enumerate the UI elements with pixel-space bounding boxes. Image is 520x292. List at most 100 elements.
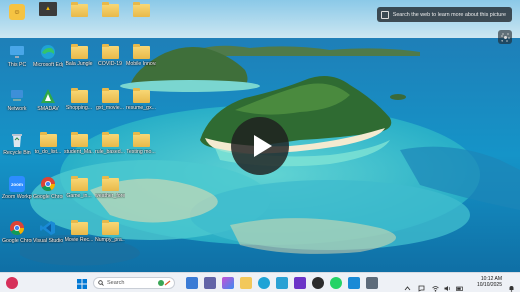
start-button[interactable] [76, 277, 88, 289]
desktop-icon-edge[interactable]: Microsoft Edge [33, 44, 63, 68]
desktop-icon-zoom[interactable]: zoom Zoom Workplace [2, 176, 32, 200]
folder-icon [101, 220, 119, 235]
desktop-icon-label: Testing mo... [126, 149, 156, 155]
edge-icon [39, 44, 57, 60]
teams-chat-icon[interactable] [204, 277, 216, 289]
play-icon [253, 135, 272, 157]
vscode-taskbar-icon[interactable] [348, 277, 360, 289]
visual-search-button[interactable] [498, 30, 512, 44]
folder-icon [132, 132, 150, 147]
taskbar: Search 10:12 AM 10/10/2025 [0, 272, 520, 292]
taskbar-search-box[interactable]: Search [93, 277, 175, 289]
desktop-icon-resume[interactable]: resume_gx... [126, 88, 156, 111]
desktop-icon-testing[interactable]: Testing mo... [126, 132, 156, 155]
store-icon[interactable] [276, 277, 288, 289]
folder-icon [101, 44, 119, 59]
desktop-icon-weather[interactable]: weather_forecast_app [95, 176, 125, 199]
desktop-icon-label: Google Chrome [2, 238, 32, 244]
task-view-icon[interactable] [186, 277, 198, 289]
volume-icon[interactable] [444, 279, 451, 291]
desktop-icon-app[interactable]: ☺ [2, 4, 32, 20]
desktop-icon-label: resume_gx... [126, 105, 156, 111]
video-play-button[interactable] [231, 117, 289, 175]
tray-notification-icon[interactable] [418, 279, 425, 292]
folder-icon [70, 132, 88, 147]
desktop-icon-label: Recycle Bin [3, 150, 31, 156]
desktop-icon-label: weather_forecast_app [95, 193, 125, 199]
desktop-icon-folder-1-5[interactable] [126, 2, 156, 17]
yahoo-icon[interactable] [294, 277, 306, 289]
folder-icon [101, 88, 119, 103]
folder-icon [132, 88, 150, 103]
desktop-icon-chrome-2[interactable]: Google Chrome [2, 220, 32, 244]
desktop-icon-label: student_Ma... [64, 149, 94, 155]
desktop-icon-smadav[interactable]: SMADAV [33, 88, 63, 112]
desktop-icon-gxt-movie[interactable]: gxt_movie... [95, 88, 125, 111]
desktop-icon-student[interactable]: student_Ma... [64, 132, 94, 155]
desktop-icon-network[interactable]: Network [2, 88, 32, 112]
folder-icon [70, 176, 88, 191]
desktop-icon-folder-1-3[interactable] [64, 2, 94, 17]
desktop-icon-label: Microsoft Edge [33, 62, 63, 68]
desktop-icon-movie-rec[interactable]: Movie Rec... [64, 220, 94, 243]
desktop-icon-chrome[interactable]: Google Chrome [33, 176, 63, 200]
notification-bell-icon[interactable] [508, 279, 515, 292]
windows-icon [77, 279, 87, 289]
desktop-icon-this-pc[interactable]: This PC [2, 44, 32, 68]
network-icon [8, 88, 26, 104]
desktop-icon-folder-2-3[interactable]: Bala Jungle [64, 44, 94, 67]
folder-icon [101, 176, 119, 191]
folder-icon [70, 220, 88, 235]
desktop-icon-rule[interactable]: rule_based... [95, 132, 125, 155]
copilot-icon[interactable] [222, 277, 234, 289]
desktop-icon-label: COVID-19 [98, 61, 122, 67]
app-taskbar-icon[interactable] [366, 277, 378, 289]
desktop-icon-label: Bala Jungle [65, 61, 93, 67]
file-explorer-icon[interactable] [240, 277, 252, 289]
wifi-icon[interactable] [432, 279, 439, 292]
desktop-icon-label: to_do_list... [34, 149, 62, 155]
vscode-icon [39, 220, 57, 236]
folder-icon [132, 44, 150, 59]
desktop-icon-label: gxt_movie... [96, 105, 124, 111]
folder-icon [70, 88, 88, 103]
desktop-icon-todo[interactable]: to_do_list... [33, 132, 63, 155]
desktop-icon-shopping[interactable]: Shopping... [64, 88, 94, 111]
desktop-icon-label: SMADAV [37, 106, 59, 112]
folder-icon [132, 2, 150, 17]
chrome-icon [39, 176, 57, 192]
desktop-icon-label: Game_in... [66, 193, 92, 199]
desktop-icon-label: Mobile Innovation [126, 61, 156, 67]
whatsapp-icon[interactable] [330, 277, 342, 289]
tray-chevron-up-icon[interactable] [404, 279, 411, 291]
folder-icon [70, 2, 88, 17]
desktop-icon-vscode[interactable]: Visual Studio Code [33, 220, 63, 244]
desktop-icon-recycle-bin[interactable]: Recycle Bin [2, 132, 32, 156]
desktop-icon-image[interactable]: ▲ [33, 2, 63, 16]
app-icon: ☺ [9, 4, 25, 20]
desktop-icon-label: rule_based... [95, 149, 125, 155]
desktop-icon-label: Google Chrome [33, 194, 63, 200]
desktop-icon-game[interactable]: Game_in... [64, 176, 94, 199]
lens-icon [501, 33, 509, 41]
desktop-icon-label: Visual Studio Code [33, 238, 63, 244]
battery-icon[interactable] [456, 279, 463, 291]
chrome-icon [8, 220, 26, 236]
desktop-icon-label: Network [7, 106, 27, 112]
desktop-icon-folder-2-4[interactable]: COVID-19 [95, 44, 125, 67]
zoom-icon: zoom [9, 176, 25, 192]
smadav-icon [39, 88, 57, 104]
learn-more-about-picture-button[interactable]: Search the web to learn more about this … [376, 7, 512, 22]
picture-icon [380, 10, 389, 19]
chatgpt-icon[interactable] [312, 277, 324, 289]
edge-taskbar-icon[interactable] [258, 277, 270, 289]
desktop-icon-grid: ☺ ▲ This PC Microsoft Edge Bala Jungle C… [0, 0, 160, 270]
weather-widget-icon[interactable] [6, 277, 18, 289]
desktop-icon-numpy[interactable]: Numpy_pra... [95, 220, 125, 243]
clock-date: 10/10/2025 [476, 282, 502, 288]
desktop-icon-folder-2-5[interactable]: Mobile Innovation [126, 44, 156, 67]
desktop-icon-folder-1-4[interactable] [95, 2, 125, 17]
taskbar-clock[interactable]: 10:12 AM 10/10/2025 [477, 276, 502, 288]
desktop-icon-label: Zoom Workplace [2, 194, 32, 200]
desktop-icon-label: This PC [7, 62, 27, 68]
